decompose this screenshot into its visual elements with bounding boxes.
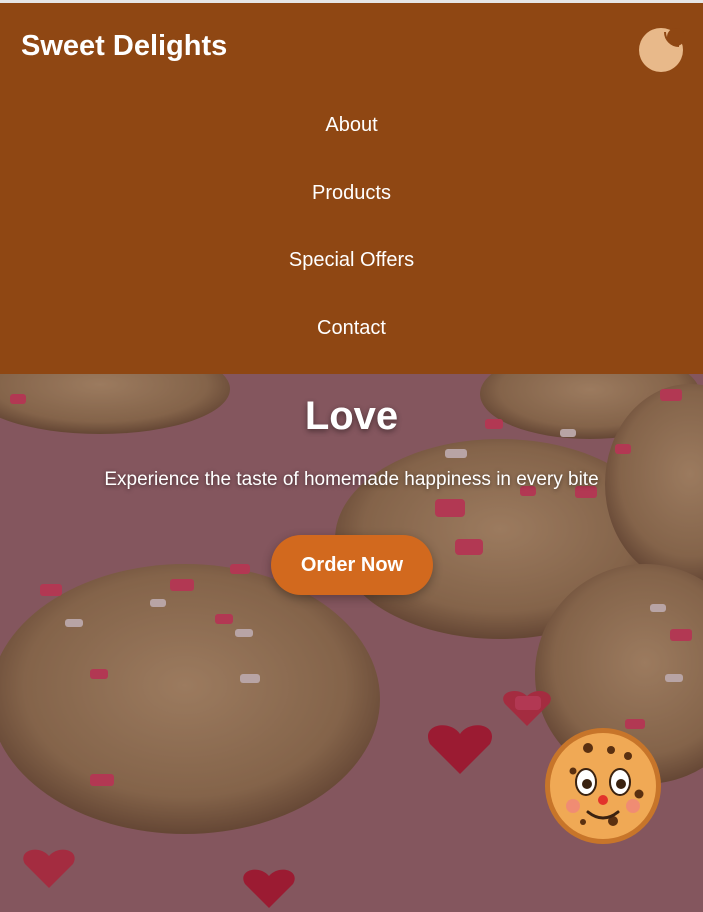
site-header: Sweet Delights About Products Special Of… bbox=[0, 3, 703, 374]
order-now-button[interactable]: Order Now bbox=[271, 535, 433, 595]
brand-title[interactable]: Sweet Delights bbox=[21, 30, 227, 63]
hero-subtitle: Experience the taste of homemade happine… bbox=[104, 469, 599, 490]
nav-link-about[interactable]: About bbox=[0, 103, 703, 171]
cookie-icon[interactable] bbox=[638, 27, 684, 73]
nav-link-products[interactable]: Products bbox=[0, 171, 703, 239]
hero-title: Love bbox=[304, 394, 399, 438]
nav-link-special-offers[interactable]: Special Offers bbox=[0, 238, 703, 306]
main-nav: About Products Special Offers Contact bbox=[0, 103, 703, 373]
cookie-face-icon[interactable] bbox=[543, 726, 663, 846]
nav-link-contact[interactable]: Contact bbox=[0, 306, 703, 374]
